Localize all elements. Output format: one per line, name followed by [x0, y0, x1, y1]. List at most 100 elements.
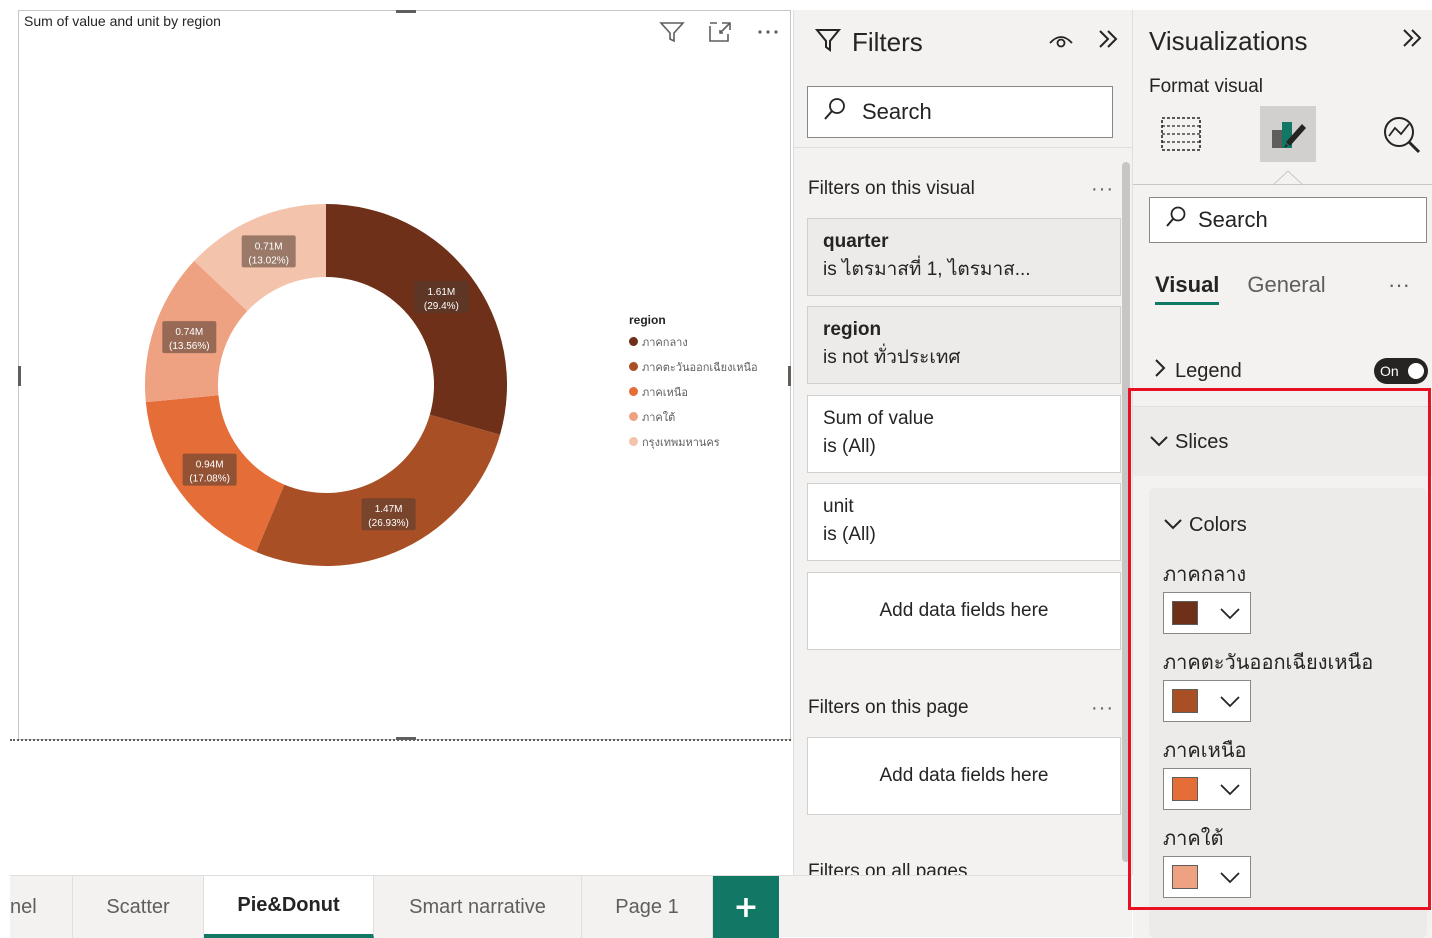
legend-dot: [629, 387, 638, 396]
filters-on-page-more[interactable]: ···: [1091, 697, 1114, 720]
page-tabs: nel Scatter Pie&Donut Smart narrative Pa…: [10, 875, 1132, 938]
chevron-down-icon: [1218, 775, 1242, 808]
legend-section-header[interactable]: Legend On: [1133, 356, 1432, 386]
color-picker-dropdown[interactable]: [1163, 592, 1251, 634]
filters-search-placeholder: Search: [862, 99, 932, 124]
chevron-down-icon: [1149, 431, 1169, 454]
legend-label: ภาคตะวันออกเฉียงเหนือ: [642, 361, 758, 374]
tab-page-1[interactable]: Page 1: [582, 876, 713, 938]
legend-item[interactable]: ภาคตะวันออกเฉียงเหนือ: [629, 354, 758, 379]
colors-label: Colors: [1189, 513, 1247, 536]
data-label-percent: (13.02%): [248, 255, 289, 266]
data-label-percent: (13.56%): [169, 341, 210, 352]
tab-page-smart-narrative[interactable]: Smart narrative: [374, 876, 582, 938]
donut-slice-0[interactable]: [326, 204, 507, 435]
legend-item[interactable]: กรุงเทพมหานคร: [629, 429, 758, 454]
resize-handle-right[interactable]: [788, 366, 791, 386]
format-tabs: Visual General: [1155, 272, 1326, 305]
visual-header: [658, 19, 782, 45]
focus-mode-icon[interactable]: [706, 19, 734, 45]
report-canvas: Sum of value and unit by region 1.61M (29…: [0, 0, 793, 875]
format-search-input[interactable]: Search: [1149, 197, 1427, 243]
color-label: ภาคกลาง: [1163, 564, 1247, 586]
filter-card-desc: is not ทั่วประเทศ: [823, 347, 961, 368]
format-more-options[interactable]: ···: [1388, 272, 1410, 298]
more-options-icon[interactable]: [754, 19, 782, 45]
filter-card-desc: is (All): [823, 524, 876, 545]
chevron-down-icon: [1218, 599, 1242, 632]
legend-label: กรุงเทพมหานคร: [642, 436, 720, 449]
filters-on-all-pages-label: Filters on all pages: [808, 861, 968, 875]
slices-section: Slices: [1133, 406, 1432, 476]
filters-search-input[interactable]: Search: [807, 86, 1113, 138]
tab-page-scatter[interactable]: Scatter: [73, 876, 204, 938]
filters-on-page-label: Filters on this page: [808, 697, 969, 718]
legend-dot: [629, 362, 638, 371]
legend-item[interactable]: ภาคใต้: [629, 404, 758, 429]
filter-card-quarter[interactable]: quarter is ไตรมาสที่ 1, ไตรมาส...: [807, 218, 1121, 296]
data-label-percent: (17.08%): [189, 474, 230, 485]
chevron-right-icon: [1153, 358, 1167, 384]
legend-toggle-label: On: [1380, 363, 1399, 379]
filter-card-sum-of-value[interactable]: Sum of value is (All): [807, 395, 1121, 473]
filters-on-visual-label: Filters on this visual: [808, 178, 975, 199]
color-swatch: [1172, 689, 1198, 713]
collapse-filters-icon[interactable]: [1096, 27, 1120, 58]
filter-icon[interactable]: [658, 19, 686, 45]
color-label: ภาคใต้: [1163, 828, 1224, 850]
legend-label: ภาคเหนือ: [642, 386, 688, 399]
filters-pane: Filters Search Filters on this visual ··…: [793, 10, 1133, 875]
legend-dot: [629, 412, 638, 421]
data-label-1: 1.47M (26.93%): [361, 498, 416, 531]
tab-general[interactable]: General: [1247, 272, 1325, 305]
filter-card-name: Sum of value: [823, 408, 934, 429]
legend-dot: [629, 337, 638, 346]
legend-item[interactable]: ภาคกลาง: [629, 329, 758, 354]
donut-chart-visual[interactable]: Sum of value and unit by region 1.61M (29…: [18, 10, 791, 740]
data-label-3: 0.74M (13.56%): [162, 321, 217, 354]
legend-toggle[interactable]: On: [1374, 358, 1428, 384]
filters-header: Filters: [814, 26, 1120, 59]
filter-card-desc: is (All): [823, 436, 876, 457]
filters-title: Filters: [852, 27, 923, 57]
visualizations-title: Visualizations: [1149, 26, 1308, 56]
add-page-filter-drop-zone[interactable]: Add data fields here: [807, 737, 1121, 815]
data-label-percent: (29.4%): [424, 301, 459, 312]
eye-icon[interactable]: [1048, 29, 1074, 57]
tab-page-nel[interactable]: nel: [10, 876, 73, 938]
filters-scrollbar[interactable]: [1122, 162, 1130, 862]
chevron-down-icon: [1218, 863, 1242, 896]
add-page-button[interactable]: +: [713, 876, 779, 938]
filter-card-unit[interactable]: unit is (All): [807, 483, 1121, 561]
visualizations-pane: Visualizations Format visual Search Visu…: [1133, 10, 1432, 938]
color-picker-dropdown[interactable]: [1163, 680, 1251, 722]
add-visual-filter-drop-zone[interactable]: Add data fields here: [807, 572, 1121, 650]
data-label-value: 0.71M: [255, 241, 283, 252]
format-visual-icon[interactable]: [1260, 106, 1316, 162]
filter-card-region[interactable]: region is not ทั่วประเทศ: [807, 306, 1121, 384]
tab-page-pie-donut[interactable]: Pie&Donut: [204, 876, 374, 938]
colors-header[interactable]: Colors: [1149, 510, 1427, 540]
data-label-value: 0.74M: [175, 327, 203, 338]
filter-card-name: unit: [823, 496, 854, 517]
color-picker-dropdown[interactable]: [1163, 768, 1251, 810]
color-picker-dropdown[interactable]: [1163, 856, 1251, 898]
analytics-icon[interactable]: [1373, 106, 1429, 162]
data-label-value: 1.61M: [427, 287, 455, 298]
format-search-placeholder: Search: [1198, 207, 1268, 232]
legend-item[interactable]: ภาคเหนือ: [629, 379, 758, 404]
filters-on-visual-more[interactable]: ···: [1091, 178, 1114, 201]
data-label-0: 1.61M (29.4%): [414, 280, 469, 313]
visual-selection-border: [10, 739, 791, 741]
chevron-down-icon: [1163, 514, 1183, 537]
donut-slice-1[interactable]: [256, 414, 501, 566]
collapse-visualizations-icon[interactable]: [1400, 26, 1424, 57]
search-icon: [822, 96, 848, 128]
data-label-percent: (26.93%): [368, 518, 409, 529]
tab-visual[interactable]: Visual: [1155, 272, 1220, 305]
color-swatch: [1172, 865, 1198, 889]
chevron-down-icon: [1218, 687, 1242, 720]
build-visual-icon[interactable]: [1153, 106, 1209, 162]
filter-card-name: region: [823, 319, 882, 340]
slices-section-header[interactable]: Slices: [1133, 427, 1432, 457]
